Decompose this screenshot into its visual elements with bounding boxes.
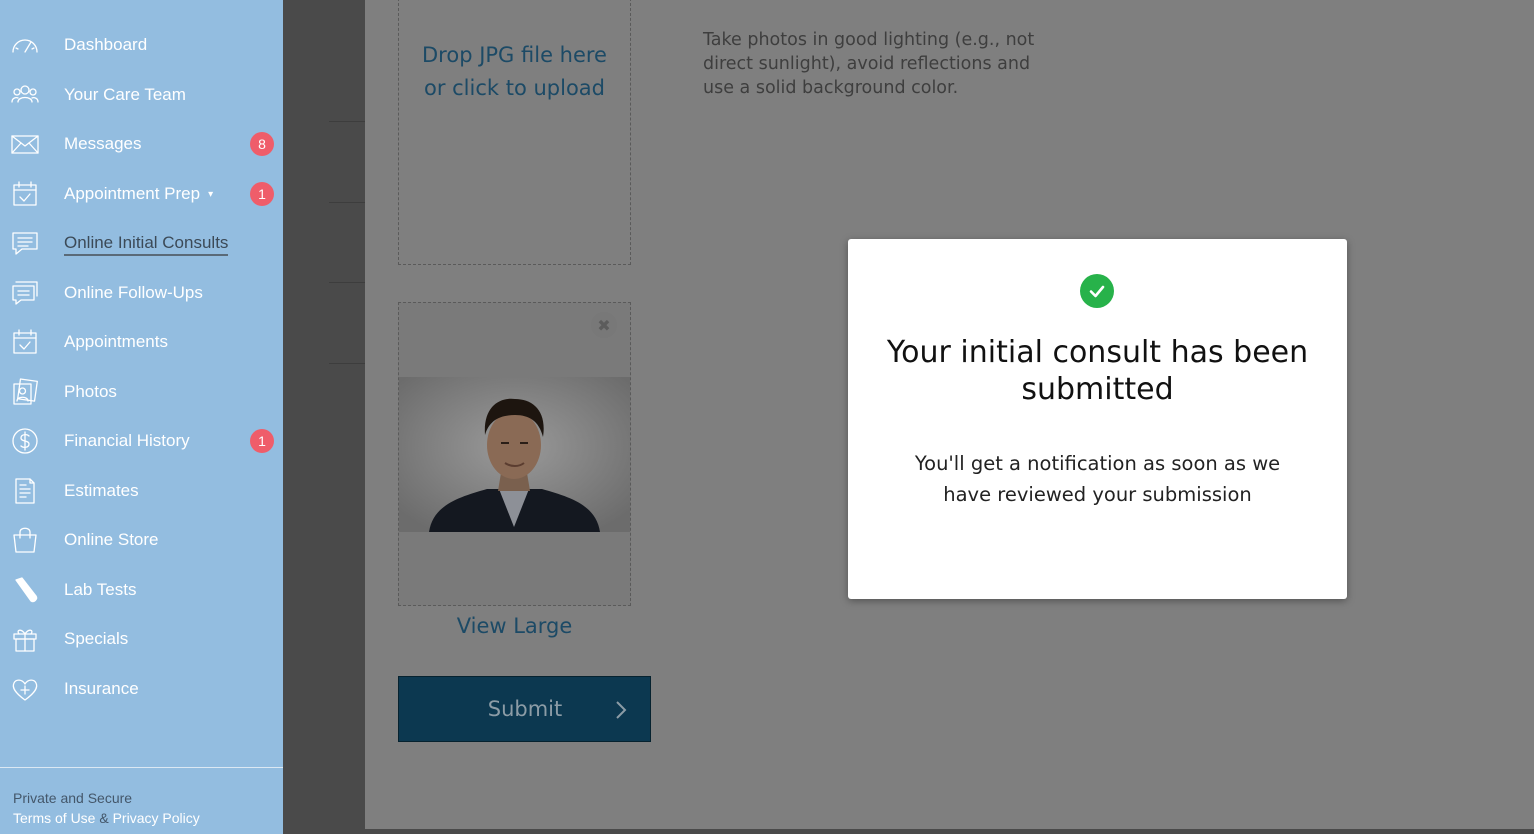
dollar-icon [10,426,40,456]
background-row-divider [329,202,365,203]
gauge-icon [10,30,40,60]
sidebar-item-care-team[interactable]: Your Care Team [0,75,283,115]
privacy-link[interactable]: Privacy Policy [113,810,200,826]
messages-badge: 8 [250,132,274,156]
sidebar-item-label: Online Follow-Ups [64,283,203,302]
footer-ampersand: & [99,810,109,826]
sidebar-item-label: Dashboard [64,35,148,54]
sidebar-item-label: Appointment Prep ▾ [64,184,213,204]
sidebar-item-label: Financial History [64,431,190,450]
calendar-check-icon [10,179,40,209]
sidebar-item-label: Messages [64,134,142,153]
chevron-down-icon: ▾ [208,189,214,200]
modal-message: You'll get a notification as soon as we … [914,452,1281,506]
background-row-divider [329,282,365,283]
sidebar-item-appointments[interactable]: Appointments [0,322,283,362]
secure-text: Private and Secure [13,790,133,806]
sidebar: Dashboard Your Care Team Messages 8 Appo… [0,0,283,834]
sidebar-item-insurance[interactable]: Insurance [0,669,283,709]
sidebar-item-dashboard[interactable]: Dashboard [0,25,283,65]
sidebar-item-online-initial-consults[interactable]: Online Initial Consults [0,223,283,263]
background-table [329,121,365,364]
bag-icon [10,525,40,555]
sidebar-footer: Private and Secure Terms of Use & Privac… [0,767,283,834]
envelope-icon [10,129,40,159]
gift-icon [10,624,40,654]
appointment-prep-label: Appointment Prep [64,184,201,203]
sidebar-item-estimates[interactable]: Estimates [0,471,283,511]
sidebar-item-label: Your Care Team [64,85,186,104]
sidebar-item-financial-history[interactable]: Financial History 1 [0,421,283,461]
sidebar-item-label: Lab Tests [64,580,137,599]
sidebar-item-label: Online Initial Consults [64,233,229,256]
financial-history-badge: 1 [250,429,274,453]
sidebar-item-online-store[interactable]: Online Store [0,520,283,560]
remove-photo-button[interactable]: ✖ [591,312,617,338]
test-tube-icon [10,575,40,605]
photos-icon [10,377,40,407]
appointment-prep-badge: 1 [250,182,274,206]
sidebar-item-label: Specials [64,629,129,648]
estimate-icon [10,476,40,506]
modal-title: Your initial consult has been submitted [886,335,1309,407]
uploaded-photo-card: ✖ [398,302,631,606]
terms-link[interactable]: Terms of Use [13,810,95,826]
sidebar-item-messages[interactable]: Messages 8 [0,124,283,164]
sidebar-item-label: Estimates [64,481,139,500]
check-circle-icon [1080,274,1114,308]
chevron-right-icon [611,699,631,721]
drop-text-line: Drop JPG file here [422,43,607,67]
drop-zone-text: Drop JPG file here or click to upload [399,39,630,105]
chat-icon [10,228,40,258]
footer-links: Terms of Use & Privacy Policy [13,808,283,828]
view-large-link[interactable]: View Large [398,614,631,638]
submit-button[interactable]: Submit [398,676,651,742]
background-row-divider [329,363,365,364]
sidebar-item-label: Insurance [64,679,139,698]
success-modal: Your initial consult has been submitted … [848,239,1347,599]
sidebar-item-lab-tests[interactable]: Lab Tests [0,570,283,610]
team-icon [10,80,40,110]
calendar-check-icon [10,327,40,357]
sidebar-item-label: Online Store [64,530,159,549]
sidebar-item-appointment-prep[interactable]: Appointment Prep ▾ 1 [0,174,283,214]
drop-text-line: or click to upload [423,76,606,100]
sidebar-item-online-follow-ups[interactable]: Online Follow-Ups [0,273,283,313]
sidebar-item-specials[interactable]: Specials [0,619,283,659]
sidebar-item-label: Appointments [64,332,168,351]
photo-drop-zone[interactable]: Drop JPG file here or click to upload [398,0,631,265]
chat-multi-icon [10,278,40,308]
sidebar-item-label: Photos [64,382,117,401]
sidebar-item-photos[interactable]: Photos [0,372,283,412]
photo-instructions: Take photos in good lighting (e.g., not … [703,30,1035,98]
uploaded-photo [399,377,630,532]
heart-plus-icon [10,674,40,704]
